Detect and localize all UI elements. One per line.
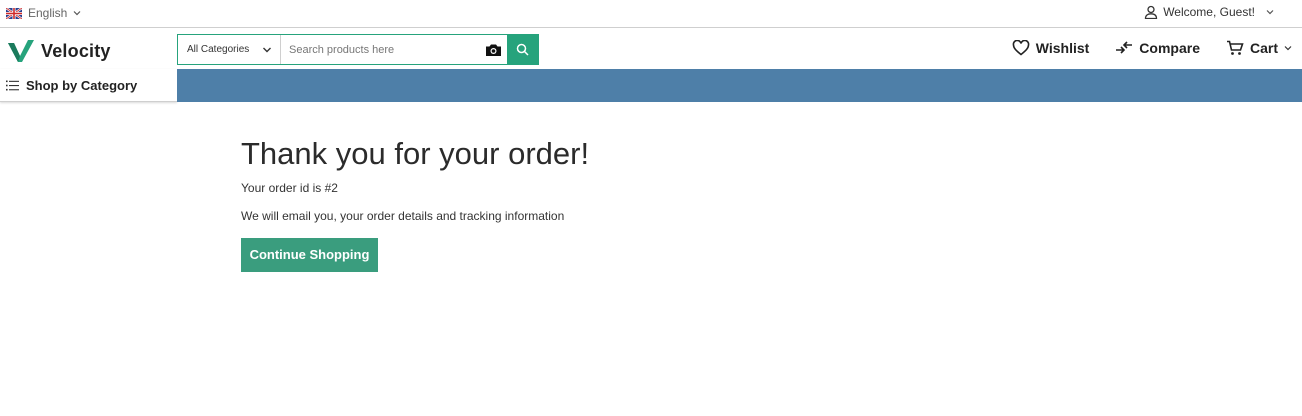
order-id-text: Your order id is #2: [241, 181, 338, 195]
chevron-down-icon: [1284, 46, 1292, 51]
list-menu-icon: [6, 80, 19, 90]
user-icon: [1145, 5, 1158, 19]
heart-icon: [1012, 40, 1030, 56]
image-search-button[interactable]: [479, 35, 507, 64]
wishlist-label: Wishlist: [1035, 40, 1090, 56]
chevron-down-icon: [73, 11, 81, 16]
compare-label: Compare: [1139, 40, 1200, 56]
category-select-value: All Categories: [187, 44, 250, 55]
page-title: Thank you for your order!: [241, 136, 590, 171]
uk-flag-icon: [6, 7, 22, 19]
welcome-label: Welcome, Guest!: [1163, 5, 1255, 19]
search-icon: [516, 43, 529, 56]
header: Velocity All Categories Wishlis: [0, 29, 1302, 69]
account-menu[interactable]: Welcome, Guest!: [1144, 5, 1274, 19]
language-label: English: [28, 6, 68, 20]
search-bar: All Categories: [177, 34, 539, 65]
chevron-down-icon: [1266, 10, 1274, 15]
language-selector[interactable]: English: [6, 6, 81, 20]
category-select[interactable]: All Categories: [178, 35, 281, 64]
velocity-logo-icon: [8, 40, 34, 62]
email-info-text: We will email you, your order details an…: [241, 209, 565, 223]
cart-label: Cart: [1249, 40, 1278, 56]
header-links: Wishlist Compare Cart: [986, 40, 1292, 56]
chevron-down-icon: [263, 47, 271, 52]
logo-text: Velocity: [41, 40, 111, 61]
logo[interactable]: Velocity: [7, 39, 111, 63]
category-banner: [177, 69, 1302, 102]
wishlist-link[interactable]: Wishlist: [1012, 40, 1090, 56]
compare-link[interactable]: Compare: [1115, 40, 1200, 56]
search-input[interactable]: [281, 35, 479, 64]
camera-icon: [485, 44, 501, 56]
order-confirmation: Thank you for your order! Your order id …: [241, 136, 589, 272]
cart-icon: [1226, 40, 1244, 55]
continue-shopping-button[interactable]: Continue Shopping: [241, 238, 378, 272]
shop-by-category-label: Shop by Category: [26, 77, 138, 93]
shop-by-category-button[interactable]: Shop by Category: [0, 69, 177, 102]
compare-arrows-icon: [1116, 41, 1133, 54]
top-bar: English Welcome, Guest!: [0, 0, 1302, 28]
cart-link[interactable]: Cart: [1226, 40, 1292, 56]
search-button[interactable]: [507, 35, 538, 64]
